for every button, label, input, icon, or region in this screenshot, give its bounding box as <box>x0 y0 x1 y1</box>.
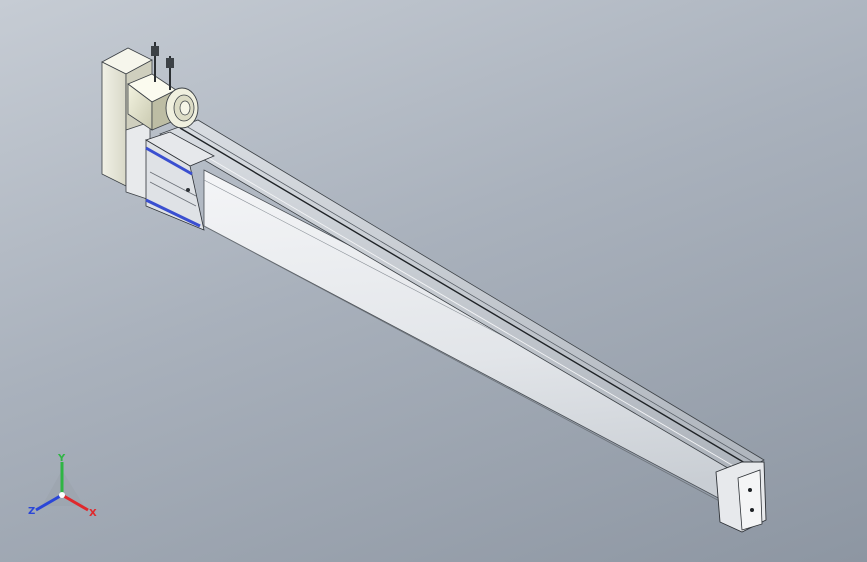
y-axis-label: Y <box>57 453 66 464</box>
cad-viewport[interactable]: Y X Z <box>0 0 867 562</box>
x-axis-label: X <box>89 508 97 519</box>
coordinate-triad-icon: Y X Z <box>28 453 97 519</box>
z-axis-label: Z <box>28 506 35 517</box>
